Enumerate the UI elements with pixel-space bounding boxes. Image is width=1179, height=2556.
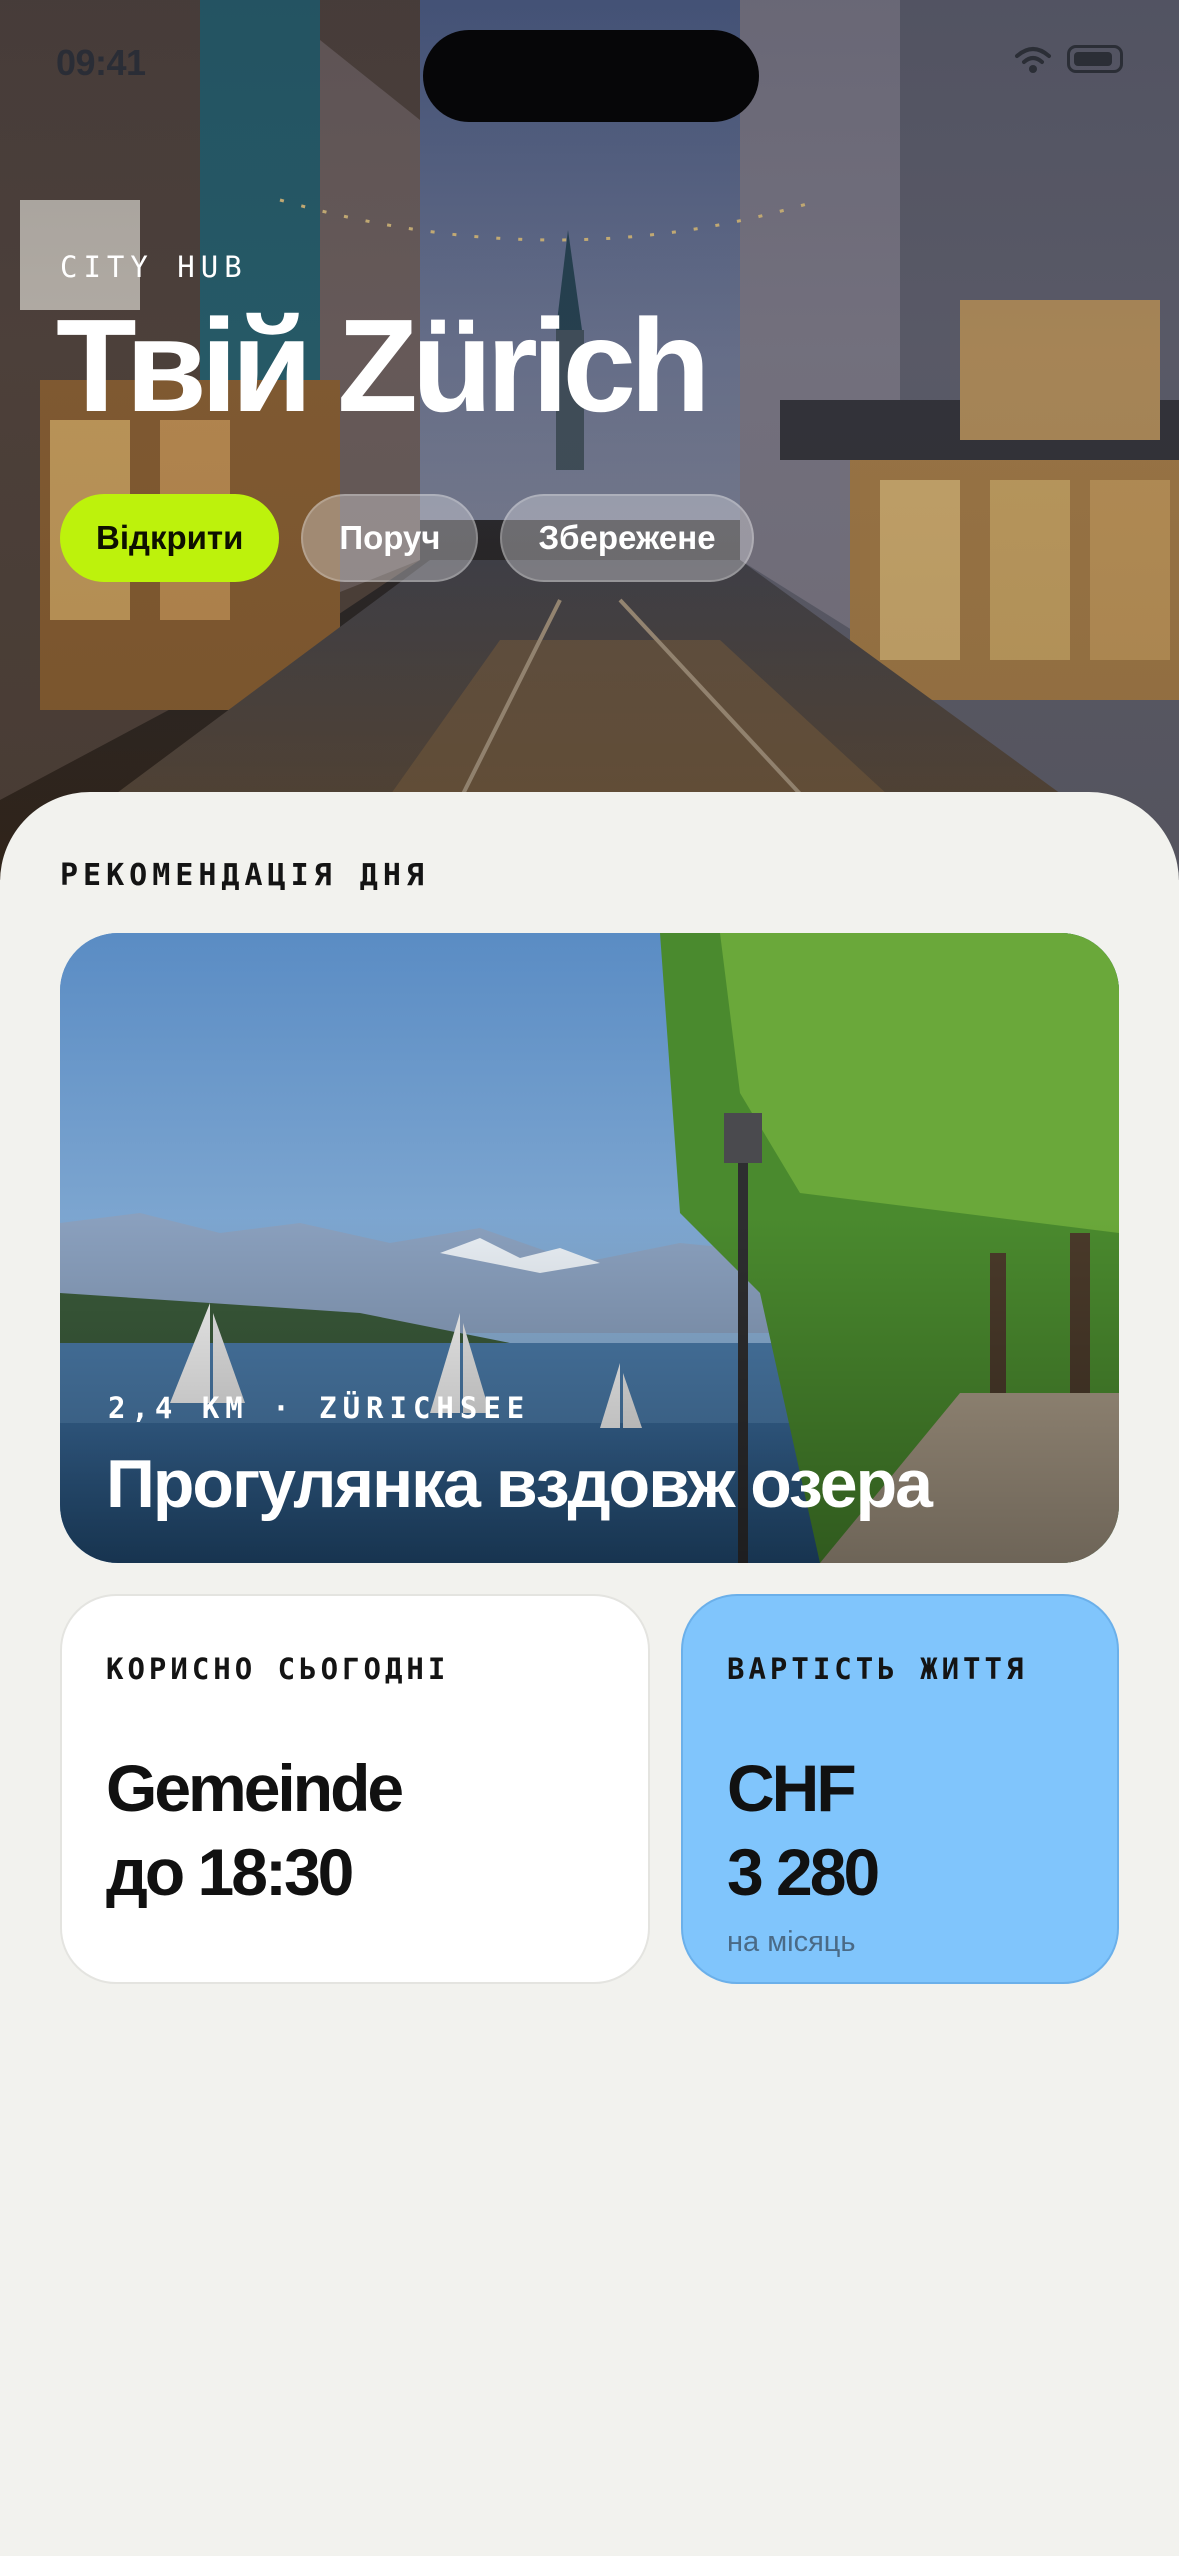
recommendation-meta: 2,4 KM · ZÜRICHSEE bbox=[108, 1391, 531, 1425]
useful-today-line1: Gemeinde bbox=[106, 1751, 404, 1825]
section-label-recommendation: РЕКОМЕНДАЦІЯ ДНЯ bbox=[60, 858, 429, 893]
dynamic-island bbox=[423, 30, 759, 122]
pill-saved[interactable]: Збережене bbox=[500, 494, 754, 582]
useful-today-label: КОРИСНО СЬОГОДНІ bbox=[106, 1652, 450, 1686]
useful-today-card[interactable]: КОРИСНО СЬОГОДНІ Gemeinde до 18:30 bbox=[60, 1594, 650, 1984]
page-title: Твій Zürich bbox=[56, 292, 711, 439]
cost-of-living-value: CHF 3 280 bbox=[727, 1746, 880, 1914]
cost-amount: 3 280 bbox=[727, 1835, 880, 1909]
useful-today-line2: до 18:30 bbox=[106, 1835, 354, 1909]
cost-currency: CHF bbox=[727, 1751, 857, 1825]
pill-nearby[interactable]: Поруч bbox=[301, 494, 479, 582]
pill-open[interactable]: Відкрити bbox=[60, 494, 280, 582]
wifi-icon bbox=[1015, 47, 1051, 73]
recommendation-title: Прогулянка вздовж озера bbox=[106, 1446, 933, 1522]
hero-eyebrow: CITY HUB bbox=[60, 250, 248, 284]
cost-period: на місяць bbox=[727, 1926, 856, 1958]
cost-of-living-card[interactable]: ВАРТІСТЬ ЖИТТЯ CHF 3 280 на місяць bbox=[681, 1594, 1119, 1984]
useful-today-value: Gemeinde до 18:30 bbox=[106, 1746, 404, 1914]
cost-of-living-label: ВАРТІСТЬ ЖИТТЯ bbox=[727, 1652, 1028, 1686]
recommendation-card[interactable]: 2,4 KM · ZÜRICHSEE Прогулянка вздовж озе… bbox=[60, 933, 1119, 1563]
status-icons bbox=[1013, 44, 1123, 74]
battery-icon bbox=[1067, 45, 1123, 73]
hero-banner bbox=[0, 0, 1179, 880]
filter-pills: Відкрити Поруч Збережене bbox=[60, 494, 754, 582]
status-time: 09:41 bbox=[56, 42, 146, 83]
